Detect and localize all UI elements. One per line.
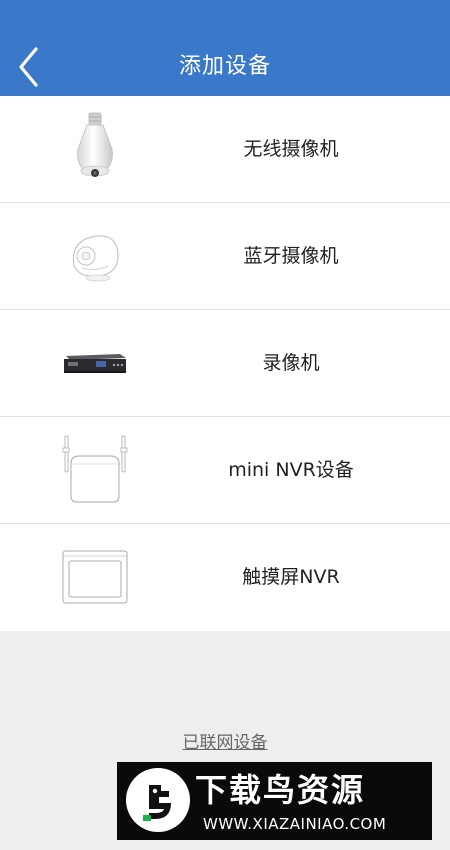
device-item-wireless-camera[interactable]: 无线摄像机 — [0, 96, 450, 203]
bird-logo-icon — [126, 768, 190, 832]
watermark-url: WWW.XIAZAINIAO.COM — [203, 815, 387, 833]
watermark-title: 下载鸟资源 — [195, 771, 366, 809]
device-item-recorder[interactable]: 录像机 — [0, 310, 450, 417]
device-label: 录像机 — [262, 352, 320, 374]
dvr-recorder-icon — [40, 310, 150, 416]
device-label: mini NVR设备 — [228, 459, 354, 481]
watermark-banner: 下载鸟资源 WWW.XIAZAINIAO.COM — [117, 762, 432, 840]
device-list: 无线摄像机 蓝牙摄像机 录像机 mini NVR设备 触摸屏NVR — [0, 96, 450, 631]
add-device-screen: 添加设备 无线摄像机 蓝牙摄像机 录像机 mini NVR设备 触摸屏NVR 已… — [0, 0, 450, 850]
device-label: 无线摄像机 — [243, 138, 339, 160]
device-item-touchscreen-nvr[interactable]: 触摸屏NVR — [0, 524, 450, 631]
mini-nvr-router-icon — [40, 417, 150, 523]
dome-camera-icon — [40, 203, 150, 309]
top-bar: 添加设备 — [0, 0, 450, 96]
device-item-bluetooth-camera[interactable]: 蓝牙摄像机 — [0, 203, 450, 310]
bulb-camera-icon — [40, 96, 150, 202]
device-label: 触摸屏NVR — [242, 566, 340, 588]
device-label: 蓝牙摄像机 — [243, 245, 339, 267]
connected-devices-link[interactable]: 已联网设备 — [0, 728, 450, 753]
touchscreen-nvr-icon — [40, 524, 150, 630]
page-title: 添加设备 — [178, 54, 271, 79]
device-item-mini-nvr[interactable]: mini NVR设备 — [0, 417, 450, 524]
